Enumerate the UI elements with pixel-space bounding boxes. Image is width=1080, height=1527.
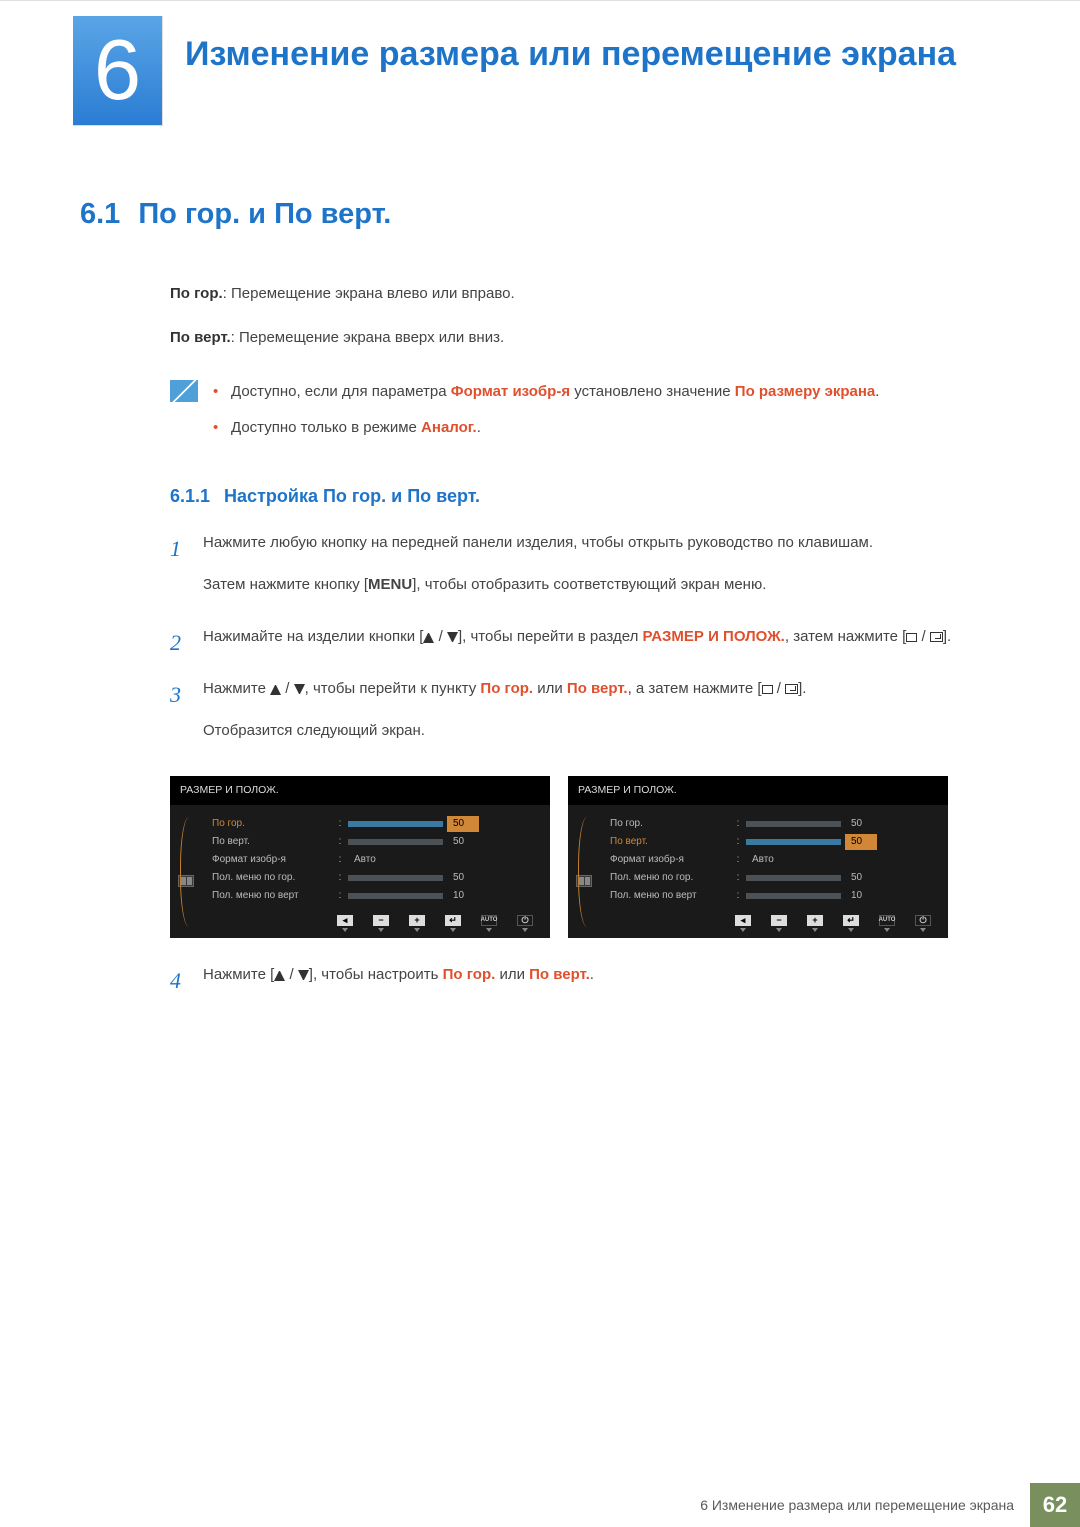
section-number: 6.1 (80, 191, 120, 237)
osd-slider (746, 875, 841, 881)
osd-back-icon: ◂ (337, 915, 353, 926)
definition-vertical: По верт.: Перемещение экрана вверх или в… (170, 326, 1000, 350)
osd-slider (348, 875, 443, 881)
definition-horizontal: По гор.: Перемещение экрана влево или вп… (170, 282, 1000, 306)
osd-power-icon: ⏻ (517, 915, 533, 926)
osd-minus-icon: − (373, 915, 389, 926)
osd-button-bar: ◂ − + ↵ AUTO ⏻ (170, 911, 550, 934)
osd-back-icon: ◂ (735, 915, 751, 926)
note-icon (170, 380, 198, 402)
osd-auto-button: AUTO (879, 915, 895, 926)
osd-slider (746, 821, 841, 827)
osd-auto-button: AUTO (481, 915, 497, 926)
section-title: По гор. и По верт. (138, 191, 391, 237)
step-4: 4 Нажмите [ / ], чтобы настроить По гор.… (170, 963, 1000, 1005)
page-footer: 6 Изменение размера или перемещение экра… (0, 1483, 1080, 1527)
osd-power-icon: ⏻ (915, 915, 931, 926)
chapter-number: 6 (94, 3, 141, 139)
step-text: Отобразится следующий экран. (203, 719, 1000, 743)
step-3: 3 Нажмите / , чтобы перейти к пункту По … (170, 677, 1000, 761)
osd-item: Пол. меню по верт: 10 (610, 887, 938, 905)
step-text: Затем нажмите кнопку [MENU], чтобы отобр… (203, 573, 1000, 597)
step-text: Нажмите любую кнопку на передней панели … (203, 531, 1000, 555)
osd-plus-icon: + (409, 915, 425, 926)
triangle-up-icon (274, 970, 285, 981)
osd-item: Пол. меню по верт: 10 (212, 887, 540, 905)
osd-header: РАЗМЕР И ПОЛОЖ. (568, 776, 948, 805)
subsection-heading: 6.1.1 Настройка По гор. и По верт. (170, 482, 1000, 511)
osd-item: По верт.: 50 (212, 833, 540, 851)
osd-plus-icon: + (807, 915, 823, 926)
osd-menu-horizontal: РАЗМЕР И ПОЛОЖ. По гор.: 50 По верт.: 50 (170, 776, 550, 938)
triangle-down-icon (294, 684, 305, 695)
step-1: 1 Нажмите любую кнопку на передней панел… (170, 531, 1000, 615)
osd-button-bar: ◂ − + ↵ AUTO ⏻ (568, 911, 948, 934)
enter-icon (930, 632, 943, 642)
note-block: Доступно, если для параметра Формат изоб… (170, 380, 1000, 452)
enter-icon (785, 684, 798, 694)
footer-chapter-label: 6 Изменение размера или перемещение экра… (684, 1483, 1030, 1527)
subsection-number: 6.1.1 (170, 482, 210, 511)
box-icon (762, 685, 773, 694)
chapter-tab: 6 (73, 16, 163, 126)
osd-item: По верт.: 50 (610, 833, 938, 851)
footer-page-number: 62 (1030, 1483, 1080, 1527)
note-item: Доступно только в режиме Аналог.. (213, 416, 879, 440)
osd-menu-vertical: РАЗМЕР И ПОЛОЖ. По гор.: 50 По верт.: 50 (568, 776, 948, 938)
osd-item: Пол. меню по гор.: 50 (212, 869, 540, 887)
triangle-down-icon (447, 632, 458, 643)
osd-slider (746, 839, 841, 845)
osd-item: Формат изобр-я: Авто (212, 851, 540, 869)
osd-item: По гор.: 50 (610, 815, 938, 833)
osd-enter-icon: ↵ (843, 915, 859, 926)
note-item: Доступно, если для параметра Формат изоб… (213, 380, 879, 404)
osd-slider (348, 839, 443, 845)
subsection-title: Настройка По гор. и По верт. (224, 482, 480, 511)
step-text: Нажмите / , чтобы перейти к пункту По го… (203, 677, 1000, 701)
box-icon (906, 633, 917, 642)
osd-item: Пол. меню по гор.: 50 (610, 869, 938, 887)
osd-enter-icon: ↵ (445, 915, 461, 926)
osd-slider (746, 893, 841, 899)
osd-item: Формат изобр-я: Авто (610, 851, 938, 869)
triangle-up-icon (270, 684, 281, 695)
osd-minus-icon: − (771, 915, 787, 926)
chapter-title: Изменение размера или перемещение экрана (185, 33, 956, 76)
section-heading: 6.1 По гор. и По верт. (80, 191, 1000, 237)
osd-slider (348, 821, 443, 827)
triangle-down-icon (298, 970, 309, 981)
step-2: 2 Нажимайте на изделии кнопки [ / ], что… (170, 625, 1000, 667)
osd-header: РАЗМЕР И ПОЛОЖ. (170, 776, 550, 805)
step-text: Нажмите [ / ], чтобы настроить По гор. и… (203, 963, 1000, 987)
osd-slider (348, 893, 443, 899)
osd-item: По гор.: 50 (212, 815, 540, 833)
triangle-up-icon (423, 632, 434, 643)
step-text: Нажимайте на изделии кнопки [ / ], чтобы… (203, 625, 1000, 649)
